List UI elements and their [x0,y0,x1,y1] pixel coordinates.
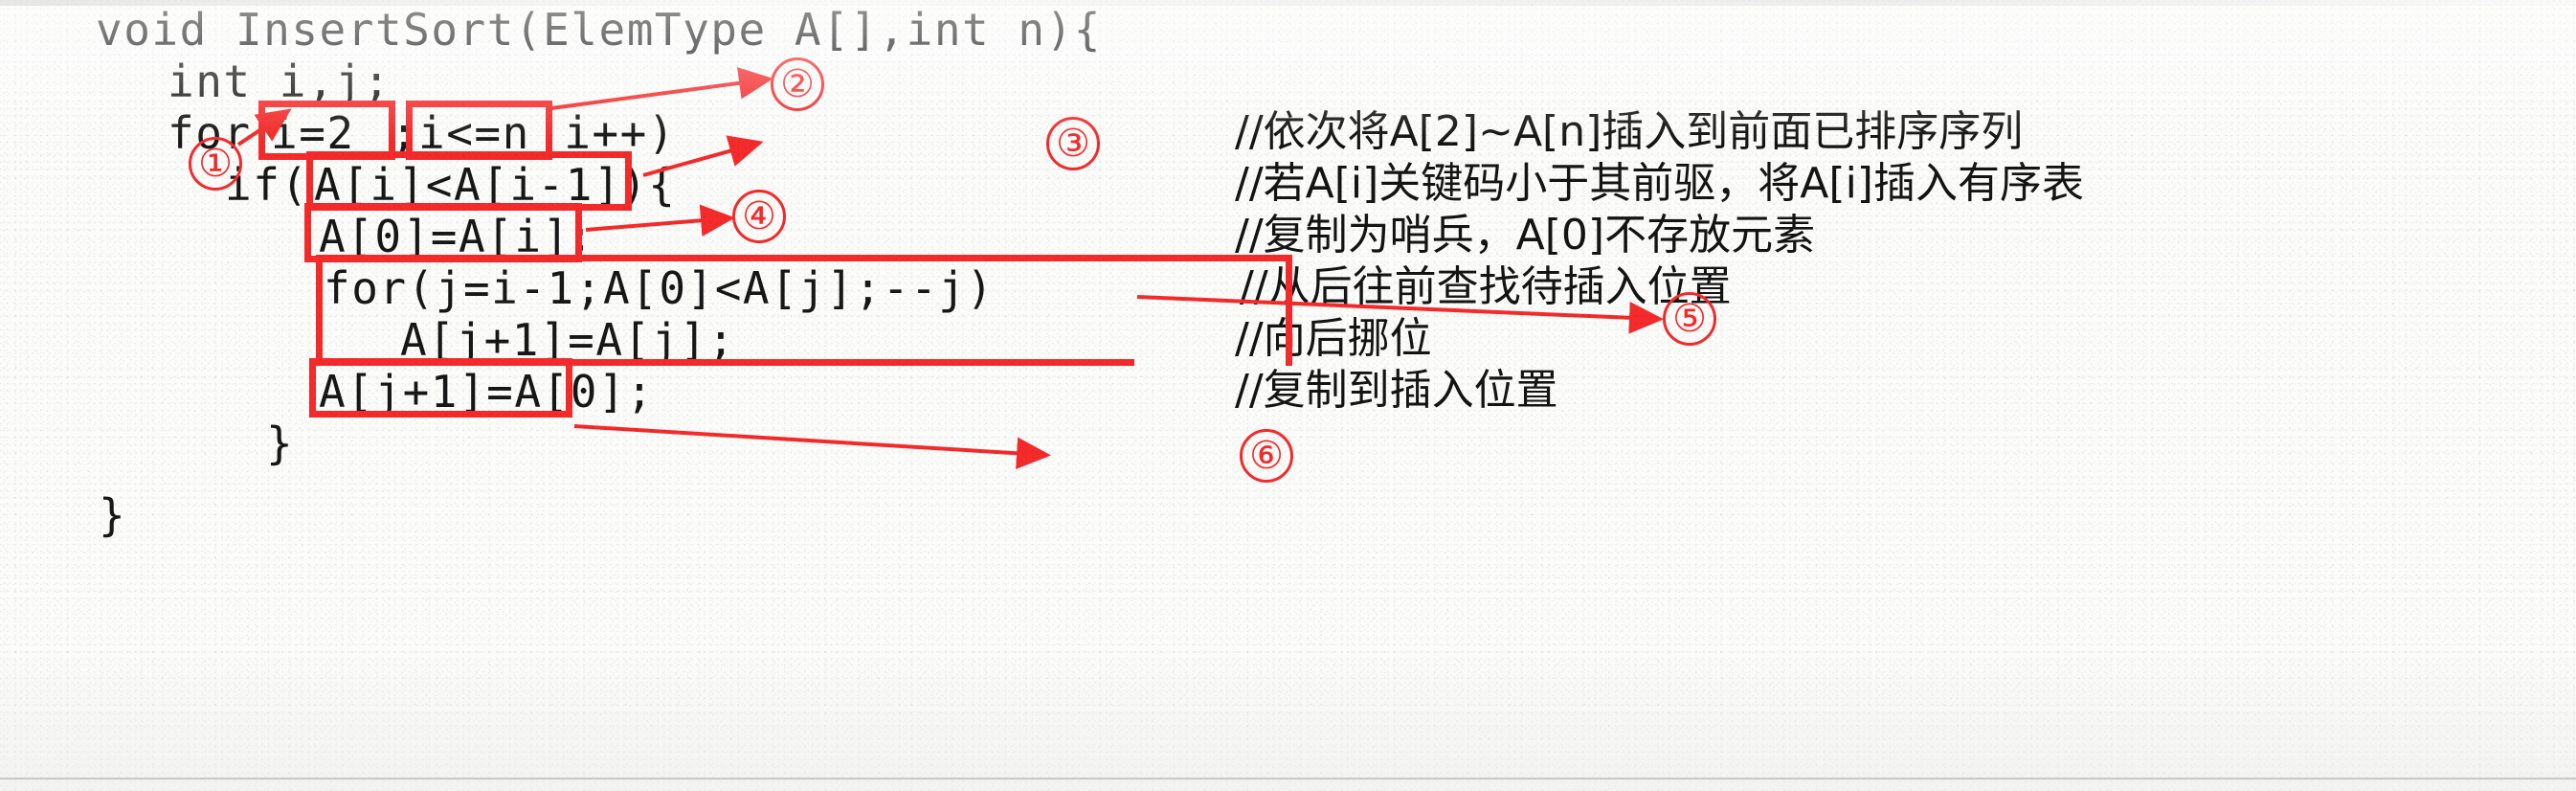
marker-1: ① [189,137,242,191]
marker-4: ④ [732,190,786,243]
page-bottom-rule [0,778,2576,780]
code-line-5-semicolon: ; [567,211,595,262]
comment-4: //从后往前查找待插入位置 [1240,262,1732,311]
code-line-3-rest: ;i++) [536,107,676,159]
code-line-3-init: i=2 [271,107,355,159]
code-line-6: for(j=i-1;A[0]<A[j];--j) [324,262,995,314]
code-line-4-expr: A[i]<A[i-1] [314,159,622,211]
code-line-4-rest: ){ [620,159,677,211]
code-line-7: A[j+1]=A[j]; [400,314,736,366]
comment-1: //依次将A[2]~A[n]插入到前面已排序序列 [1235,107,2024,156]
code-line-3-semicolon: ; [391,107,419,159]
code-line-2: int i,j; [168,56,392,107]
code-line-9: } [266,418,295,469]
code-line-10: } [99,489,127,541]
code-line-1: void InsertSort(ElemType A[],int n){ [96,4,1102,56]
arrow-marker-2 [550,67,773,110]
marker-6: ⑥ [1240,429,1293,483]
marker-5: ⑤ [1663,292,1716,346]
scanned-code-page: void InsertSort(ElemType A[],int n){ int… [0,0,2576,791]
code-line-5-expr: A[0]=A[i] [319,211,571,262]
code-line-3-condition: i<=n [418,107,530,159]
marker-2: ② [771,57,824,111]
comment-3: //复制为哨兵，A[0]不存放元素 [1235,211,1816,260]
marker-3: ③ [1046,117,1100,170]
comment-6: //复制到插入位置 [1235,366,1558,415]
comment-5: //向后挪位 [1235,314,1432,363]
arrow-marker-4 [585,204,735,237]
arrow-marker-6 [573,424,1051,470]
code-line-8: A[j+1]=A[0]; [319,366,655,418]
comment-2: //若A[i]关键码小于其前驱，将A[i]插入有序表 [1235,159,2084,208]
